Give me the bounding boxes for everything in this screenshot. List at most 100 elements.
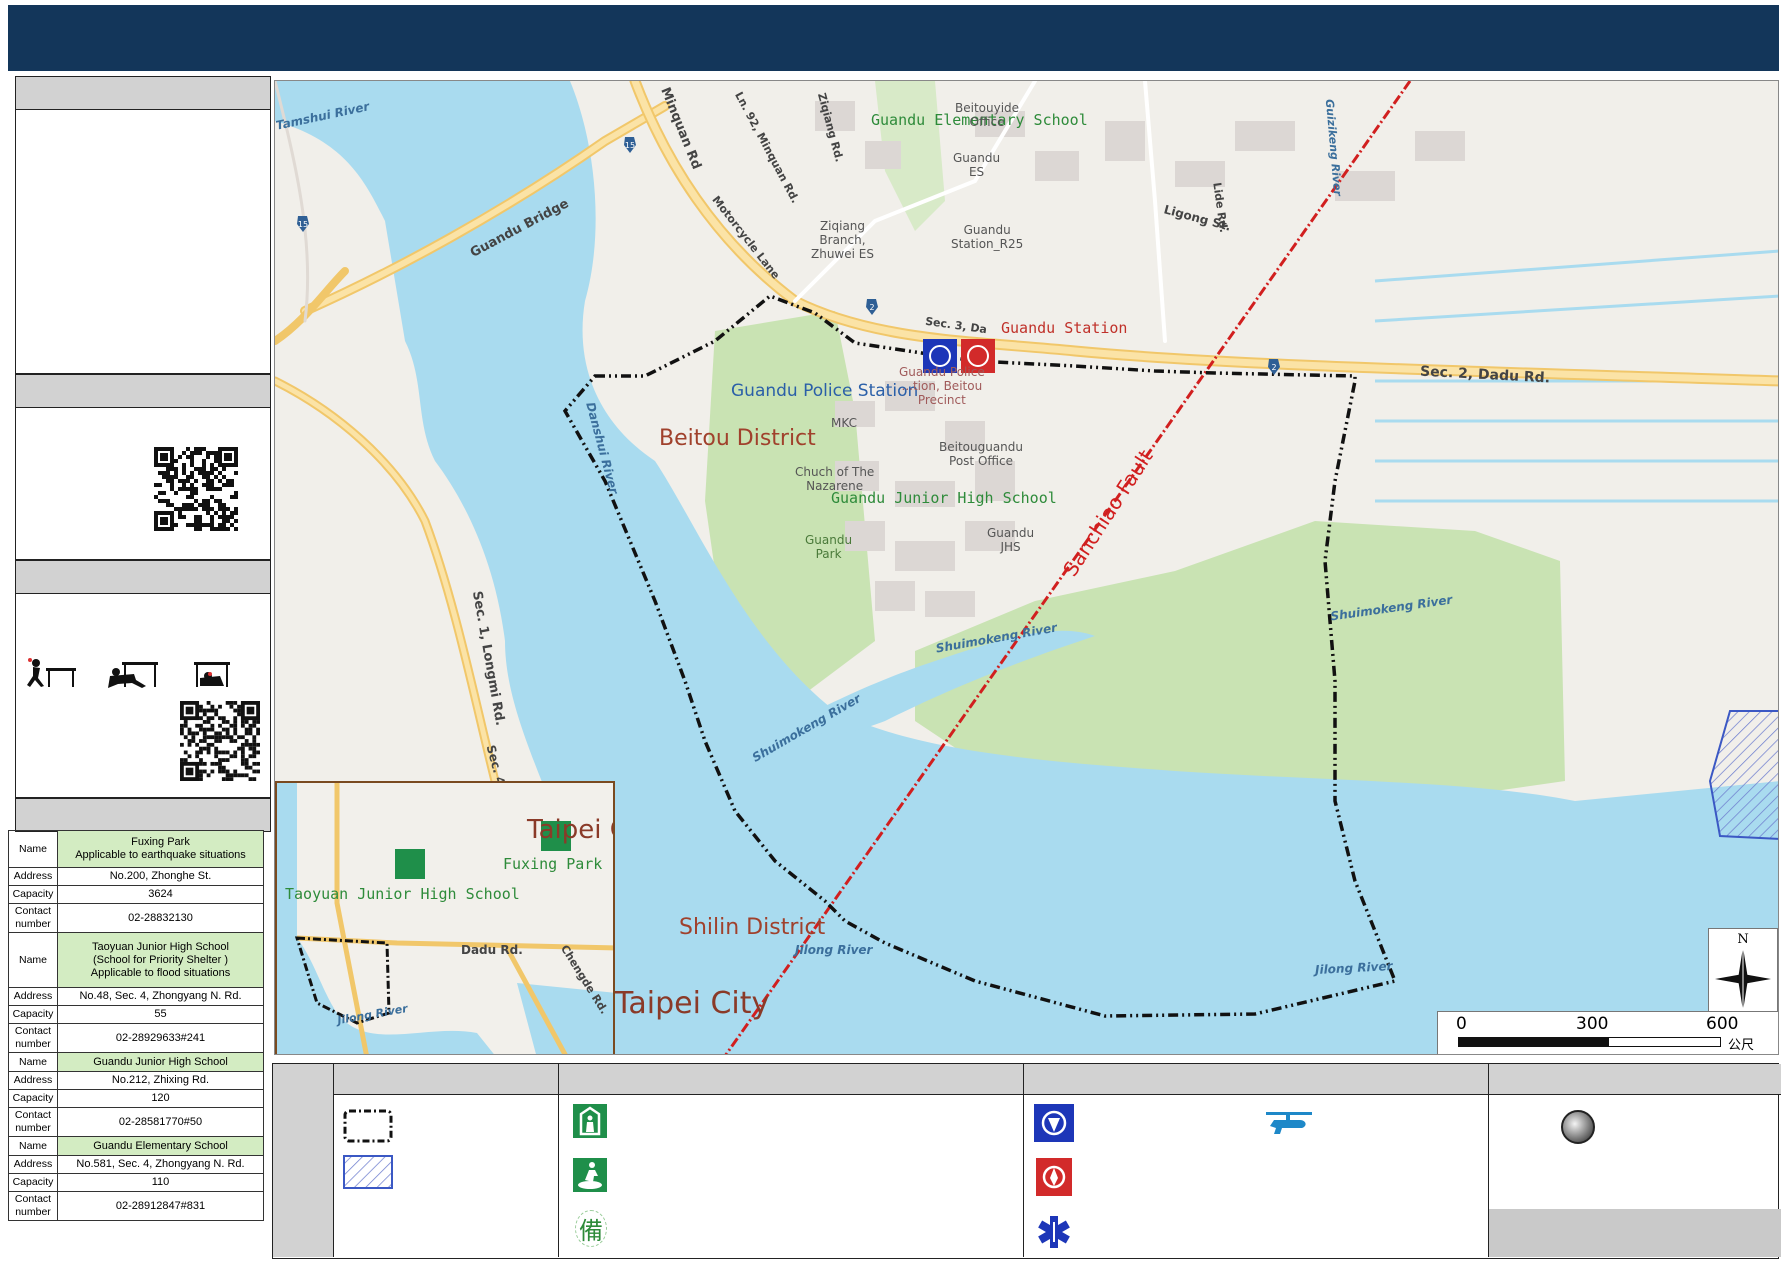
shelter-name: Taoyuan Junior High School <box>92 940 229 953</box>
panel-header-3 <box>15 560 271 594</box>
shelter-row: Contact number 02-28912847#831 <box>8 1191 264 1221</box>
shelter-row: Name Taoyuan Junior High School (School fo… <box>8 932 264 988</box>
shelter-row: Address No.48, Sec. 4, Zhongyang N. Rd. <box>8 987 264 1006</box>
field-label: Address <box>8 1071 58 1090</box>
legend-col-header <box>559 1064 1024 1095</box>
shelter-name: Guandu Elementary School <box>93 1139 228 1152</box>
field-label: Address <box>8 1155 58 1174</box>
place-label: Guandu Park <box>805 533 853 561</box>
legend-col-other <box>1488 1064 1781 1257</box>
district-label: Shilin District <box>679 915 826 940</box>
field-value: 110 <box>57 1173 264 1192</box>
drop-cover-hold-icon <box>27 658 230 688</box>
field-label: Capacity <box>8 1173 58 1192</box>
field-value: 3624 <box>57 885 264 904</box>
scale-unit: 公尺 <box>1728 1038 1755 1053</box>
shelter-row: Capacity 110 <box>8 1173 264 1192</box>
boundary-line-icon <box>343 1109 393 1143</box>
field-label: Contact number <box>8 1023 58 1053</box>
place-label: Fuxing Park <box>503 855 603 873</box>
panel-body-3 <box>15 594 271 798</box>
compass-icon: N <box>1715 932 1771 1011</box>
svg-text:2: 2 <box>869 303 874 312</box>
svg-text:N: N <box>1737 932 1748 947</box>
place-label: Guandu ES <box>953 151 1001 179</box>
scale-bar-fill <box>1458 1037 1608 1047</box>
field-value: No.212, Zhixing Rd. <box>57 1071 264 1090</box>
field-label: Contact number <box>8 1191 58 1221</box>
field-label: Address <box>8 987 58 1006</box>
shelter-row: Capacity 55 <box>8 1005 264 1024</box>
place-label: Ziqiang Branch, Zhuwei ES <box>811 219 874 261</box>
place-label: Guandu Junior High School <box>831 489 1057 507</box>
shelter-icon <box>573 1104 607 1138</box>
legend-gray-cell <box>1489 1209 1781 1257</box>
shelter-note: Applicable to earthquake situations <box>75 849 246 861</box>
legend-col-header <box>1024 1064 1489 1095</box>
field-label: Name <box>8 1052 58 1072</box>
shelter-row: Capacity 120 <box>8 1089 264 1108</box>
shelter-row: Contact number 02-28581770#50 <box>8 1107 264 1137</box>
shelter-table: Name Fuxing Park Applicable to earthquake … <box>8 830 264 1221</box>
place-label: Guandu JHS <box>987 526 1035 554</box>
gray-circle-icon <box>1561 1110 1595 1144</box>
field-value: Taoyuan Junior High School (School for Pr… <box>57 932 264 988</box>
scale-tick: 600 <box>1706 1014 1739 1034</box>
place-label: Guandu Station_R25 <box>951 223 1024 251</box>
panel-header-2 <box>15 374 271 408</box>
svg-text:15: 15 <box>298 220 308 229</box>
helicopter-icon <box>1266 1112 1312 1134</box>
field-value: 120 <box>57 1089 264 1108</box>
field-label: Capacity <box>8 885 58 904</box>
scale-bar: 0 300 600 公尺 <box>1437 1011 1778 1054</box>
city-label: Taipei C <box>527 815 613 845</box>
legend-col-boundary <box>333 1064 559 1257</box>
svg-text:2: 2 <box>1271 363 1276 372</box>
district-map[interactable]: 15 15 2 2 Tamshui River Guandu Bridge Mi… <box>274 80 1779 1055</box>
shelter-name: Guandu Junior High School <box>93 1055 228 1068</box>
evacuation-park-icon <box>573 1158 607 1192</box>
field-label: Address <box>8 867 58 886</box>
fire-station-icon <box>1036 1158 1072 1196</box>
ems-star-icon <box>1038 1216 1070 1248</box>
road-label: Dadu Rd. <box>461 943 523 957</box>
shelter-row: Contact number 02-28832130 <box>8 903 264 933</box>
reserve-shelter-icon: 備 <box>575 1210 607 1247</box>
field-label: Contact number <box>8 1107 58 1137</box>
legend-col-header <box>1489 1064 1781 1095</box>
header-bar <box>8 5 1779 71</box>
inset-map[interactable]: Taoyuan Junior High School Fuxing Park T… <box>275 781 615 1054</box>
scale-tick: 0 <box>1456 1014 1467 1034</box>
field-label: Name <box>8 1136 58 1156</box>
shelter-row: Name Guandu Elementary School <box>8 1136 264 1156</box>
panel-header-1 <box>15 76 271 110</box>
hatched-area-icon <box>343 1155 393 1189</box>
shelter-note: (School for Priority Shelter ) Applicabl… <box>90 953 231 979</box>
field-value: No.581, Sec. 4, Zhongyang N. Rd. <box>57 1155 264 1174</box>
field-label: Capacity <box>8 1005 58 1024</box>
place-label: Guandu Station <box>1001 319 1128 337</box>
district-label: Beitou District <box>659 426 816 451</box>
field-value: Guandu Junior High School <box>57 1052 264 1072</box>
river-label: Jilong River <box>795 943 873 957</box>
shelter-row: Name Guandu Junior High School <box>8 1052 264 1072</box>
field-value: Fuxing Park Applicable to earthquake situ… <box>57 830 264 868</box>
field-value: Guandu Elementary School <box>57 1136 264 1156</box>
legend-panel: 備 <box>272 1063 1781 1259</box>
north-arrow: N <box>1708 928 1778 1014</box>
field-label: Contact number <box>8 903 58 933</box>
field-label: Name <box>8 830 58 868</box>
field-value: 02-28581770#50 <box>57 1107 264 1137</box>
field-value: 02-28912847#831 <box>57 1191 264 1221</box>
qr-code-icon[interactable] <box>154 442 238 536</box>
qr-code-icon[interactable] <box>180 698 260 784</box>
field-label: Capacity <box>8 1089 58 1108</box>
place-label: Beitouyide Office <box>955 101 1020 129</box>
scale-bar-empty <box>1608 1037 1721 1047</box>
field-value: No.48, Sec. 4, Zhongyang N. Rd. <box>57 987 264 1006</box>
field-value: 02-28929633#241 <box>57 1023 264 1053</box>
place-label: Beitouguandu Post Office <box>939 440 1024 468</box>
shelter-row: Name Fuxing Park Applicable to earthquake … <box>8 830 264 868</box>
place-label: MKC <box>831 416 857 430</box>
place-label: Guandu Police ...tion, Beitou Precinct <box>899 365 985 407</box>
